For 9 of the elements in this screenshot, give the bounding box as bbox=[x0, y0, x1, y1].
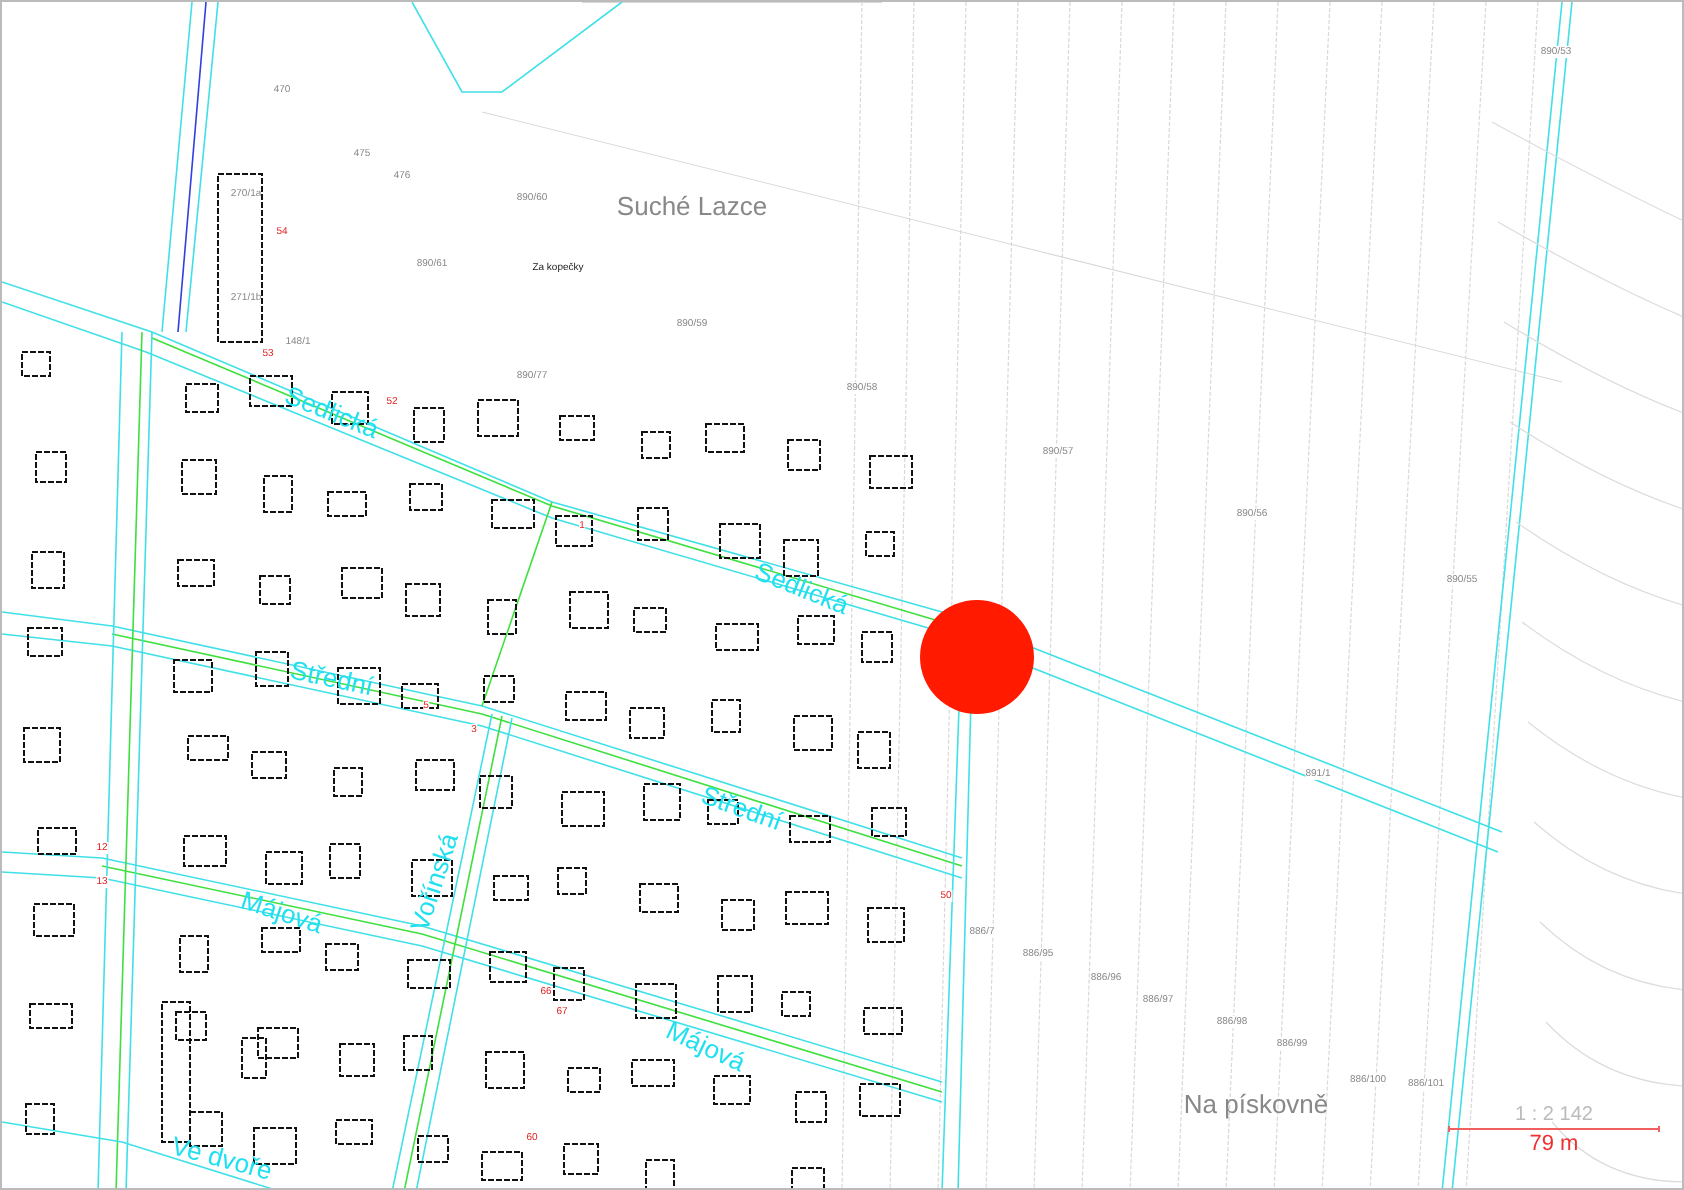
location-marker bbox=[920, 600, 1034, 714]
street-name: Ve dvoře bbox=[168, 1130, 276, 1186]
place-name: Suché Lazce bbox=[616, 191, 768, 221]
place-name: Na pískovně bbox=[1183, 1089, 1329, 1119]
scale-ratio: 1 : 2 142 bbox=[1515, 1104, 1593, 1126]
scale-length: 79 m bbox=[1529, 1132, 1579, 1156]
street-name: Májová bbox=[237, 884, 327, 940]
street-name: Střední bbox=[287, 654, 377, 702]
street-name: Střední bbox=[697, 779, 787, 837]
